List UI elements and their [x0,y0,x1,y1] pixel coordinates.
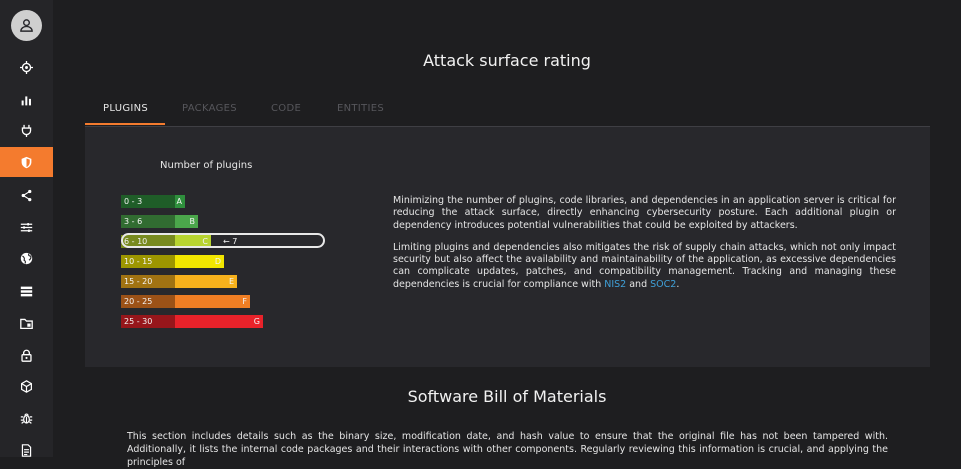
band-grade-label: D [214,257,221,266]
description-paragraph-1: Minimizing the number of plugins, code l… [393,195,896,231]
bug-icon [20,413,33,424]
tab-bar: PLUGINS PACKAGES CODE ENTITIES [85,96,930,127]
sidebar-item-settings[interactable] [0,212,53,242]
tab-code[interactable]: CODE [271,103,301,114]
cube-icon [21,379,32,393]
sliders-icon [20,222,33,232]
band-range-label: 0 - 3 [124,197,143,206]
rating-band-g: 25 - 30 G [121,315,263,328]
description-end-text: . [676,278,680,290]
band-grade-label: G [253,317,260,326]
target-icon [20,60,33,74]
shield-icon [21,156,32,168]
band-range-label: 25 - 30 [124,317,153,326]
rating-band-a: 0 - 3 A [121,195,185,208]
rating-description: Minimizing the number of plugins, code l… [393,195,896,301]
nis2-link[interactable]: NIS2 [604,279,626,290]
tab-plugins[interactable]: PLUGINS [103,103,148,114]
band-grade-label: B [189,217,196,226]
sidebar-item-targets[interactable] [0,52,53,82]
band-grade-label: E [228,277,234,286]
sidebar-item-vulnerabilities[interactable] [0,403,53,433]
band-grade-label: A [176,197,182,206]
sidebar-item-reports[interactable] [0,435,53,465]
lock-icon [21,349,32,362]
sidebar-item-servers[interactable] [0,276,53,306]
rating-panel: Number of plugins 0 - 3A3 - 6B6 - 10 C 10 … [85,127,930,367]
sbom-title: Software Bill of Materials [407,387,607,406]
bar-chart-icon [21,95,31,105]
document-icon [21,443,32,457]
share-icon [21,189,32,201]
rating-band-e: 15 - 20 E [121,275,237,288]
description-connector-text: and [626,278,651,290]
sidebar-item-access[interactable] [0,340,53,370]
user-icon [20,19,33,32]
active-tab-indicator [85,123,165,125]
sidebar-item-connections[interactable] [0,180,53,210]
page-title: Attack surface rating [423,51,591,70]
sbom-description: This section includes details such as th… [127,431,888,468]
avatar[interactable] [11,10,42,41]
sidebar-item-plugins[interactable] [0,115,53,145]
plug-icon [21,124,32,137]
server-icon [20,286,33,296]
rating-band-f: 20 - 25 F [121,295,250,308]
tab-entities[interactable]: ENTITIES [337,103,384,114]
band-range-label: 3 - 6 [124,217,143,226]
soc2-link[interactable]: SOC2 [650,279,676,290]
band-grade-label: F [242,297,247,306]
current-value-label: ← 7 [223,237,238,246]
rating-chart-title: Number of plugins [160,160,253,171]
sidebar [0,0,53,457]
tab-packages[interactable]: PACKAGES [182,103,237,114]
sidebar-item-files[interactable] [0,308,53,338]
folder-icon [20,318,33,329]
sidebar-item-security[interactable] [0,147,53,177]
rating-band-b: 3 - 6 B [121,215,198,228]
rating-band-d: 10 - 15 D [121,255,224,268]
globe-icon [20,252,33,264]
band-range-label: 15 - 20 [124,277,153,286]
band-range-label: 10 - 15 [124,257,153,266]
sidebar-item-statistics[interactable] [0,85,53,115]
band-range-label: 20 - 25 [124,297,153,306]
sidebar-item-network[interactable] [0,243,53,273]
description-paragraph-2: Limiting plugins and dependencies also m… [393,242,896,291]
sidebar-item-packages[interactable] [0,371,53,401]
